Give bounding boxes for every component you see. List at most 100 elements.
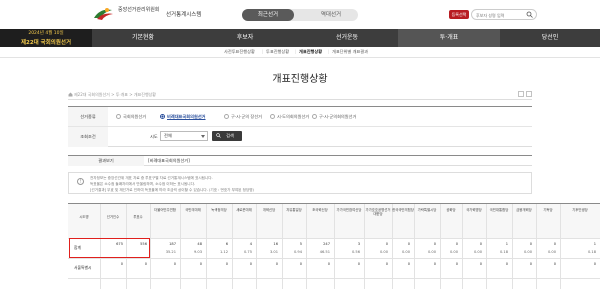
- notice-line: 전자정보는 중앙선관위 개표 자료 중 투표구별 자료 선거통계시스템에 표시됩…: [90, 176, 213, 180]
- region-name: 서울특별시: [74, 265, 92, 270]
- election-type-national-assembly[interactable]: 국회의원선거: [123, 114, 146, 120]
- total-row-highlight: [69, 238, 150, 258]
- party-votes: 48: [197, 242, 202, 246]
- table-header-cell: 기후민생당: [572, 208, 588, 212]
- party-votes: 0: [385, 262, 388, 266]
- table-header-cell: 시도명: [79, 215, 89, 219]
- party-votes: 0: [357, 262, 360, 266]
- table-col-divider: [392, 204, 393, 289]
- result-value: [비례대표국회의원선거]: [148, 158, 190, 163]
- table-header-cell: 투표수: [133, 215, 143, 219]
- table-header-cell: 국가혁명당: [466, 208, 482, 212]
- subnav-divider: |: [328, 49, 330, 54]
- table-col-divider: [334, 204, 335, 289]
- party-votes: 16: [273, 242, 278, 246]
- select-election-button[interactable]: 등록선택: [449, 10, 469, 19]
- org-name: 중앙선거관리위원회: [118, 7, 160, 13]
- breadcrumb: 제22대 국회의원선거 > 투·개표 > 개표진행상황: [74, 92, 156, 97]
- party-votes: 0: [225, 262, 228, 266]
- search-button-label: 검색: [226, 133, 234, 138]
- nav-voting-counting[interactable]: 투·개표: [398, 29, 500, 47]
- election-type-provincial-council[interactable]: 시·도의회의원선거: [277, 114, 309, 120]
- party-votes: 0: [505, 262, 508, 266]
- party-votes: 5: [299, 242, 302, 246]
- search-icon: [216, 133, 221, 138]
- subnav-unit-results[interactable]: 개표단위별 개표결과: [332, 49, 368, 55]
- notice-line: 득표율은 소수점 둘째자리에서 반올림하며, 소수점 이하는 표시됩니다.: [90, 182, 196, 186]
- party-vote-percent: 35.21: [165, 250, 176, 254]
- party-votes: 247: [323, 242, 330, 246]
- party-vote-percent: 0.56: [351, 250, 360, 254]
- party-votes: 0: [173, 262, 176, 266]
- nav-elected[interactable]: 당선인: [500, 29, 600, 47]
- party-votes: 0: [479, 242, 482, 246]
- page-title: 개표진행상황: [272, 74, 328, 85]
- party-votes: 1: [505, 242, 508, 246]
- tab-recent-election[interactable]: 최근선거: [242, 9, 294, 21]
- party-votes: 6: [225, 242, 228, 246]
- table-header-cell: 금융개혁당: [516, 208, 532, 212]
- home-icon[interactable]: [68, 92, 73, 97]
- table-col-divider: [512, 204, 513, 289]
- subnav-voting[interactable]: 투표진행상황: [266, 49, 289, 55]
- election-date: 2024년 4월 10일: [28, 31, 64, 36]
- table-header-cell: 가가국민참여신당: [336, 208, 362, 212]
- party-vote-percent: 0.00: [523, 250, 532, 254]
- party-votes: 4: [249, 242, 252, 246]
- radio-provincial-council[interactable]: [270, 114, 275, 119]
- table-header-cell: 선거인수: [106, 215, 120, 219]
- nec-logo[interactable]: [92, 6, 114, 21]
- election-type-local-head[interactable]: 구·시·군의 장선거: [231, 114, 262, 120]
- party-votes: 0: [407, 262, 410, 266]
- party-votes: 0: [275, 262, 278, 266]
- condition-label: 조회조건: [80, 134, 96, 139]
- party-votes: 187: [169, 242, 176, 246]
- party-votes: 1: [593, 242, 596, 246]
- party-votes: 0: [455, 262, 458, 266]
- table-col-divider: [282, 204, 283, 289]
- candidate-search-input[interactable]: [476, 11, 524, 19]
- party-votes: 0: [433, 262, 436, 266]
- party-votes: 0: [479, 262, 482, 266]
- party-vote-percent: 1.12: [219, 250, 228, 254]
- party-votes: 0: [299, 262, 302, 266]
- election-type-proportional[interactable]: 비례대표국회의원선거: [167, 114, 206, 120]
- radio-local-council[interactable]: [312, 114, 317, 119]
- party-votes: 0: [433, 242, 436, 246]
- tab-past-elections[interactable]: 역대선거: [304, 9, 358, 21]
- election-type-local-council[interactable]: 구·시·군의회의원선거: [319, 114, 356, 120]
- table-col-divider: [256, 204, 257, 289]
- party-vote-percent: 0.00: [427, 250, 436, 254]
- table-col-divider: [414, 204, 415, 289]
- radio-proportional[interactable]: [160, 114, 165, 119]
- election-name: 제22대 국회의원선거: [20, 40, 72, 46]
- party-vote-percent: 0.00: [401, 250, 410, 254]
- radio-local-head[interactable]: [224, 114, 229, 119]
- print-share-icons[interactable]: [518, 91, 532, 97]
- table-header-cell: 가락특별시당: [417, 208, 437, 212]
- table-header-cell: 기독당: [543, 208, 553, 212]
- nav-candidates[interactable]: 후보자: [194, 29, 296, 47]
- party-vote-percent: 46.51: [319, 250, 330, 254]
- subnav-divider: |: [262, 49, 264, 54]
- party-votes: 0: [327, 262, 330, 266]
- nav-basic-status[interactable]: 기본현황: [92, 29, 194, 47]
- search-icon[interactable]: [526, 11, 533, 18]
- form-row-divider: [68, 126, 532, 127]
- party-vote-percent: 0.00: [473, 250, 482, 254]
- nav-campaign[interactable]: 선거운동: [296, 29, 398, 47]
- party-vote-percent: 0.94: [293, 250, 302, 254]
- party-vote-percent: 0.00: [547, 250, 556, 254]
- table-col-divider: [150, 204, 151, 289]
- info-icon: !: [77, 178, 84, 185]
- table-col-divider: [306, 204, 307, 289]
- electors-count: 0: [120, 262, 123, 266]
- table-col-divider: [232, 204, 233, 289]
- subnav-early-voting[interactable]: 사전투표진행상황: [224, 49, 255, 55]
- table-header-cell: 개혁신당: [262, 208, 276, 212]
- subnav-counting[interactable]: 개표진행상황: [299, 49, 322, 55]
- party-votes: 0: [529, 262, 532, 266]
- radio-national-assembly[interactable]: [116, 114, 121, 119]
- party-vote-percent: 9.03: [193, 250, 202, 254]
- party-votes: 3: [357, 242, 360, 246]
